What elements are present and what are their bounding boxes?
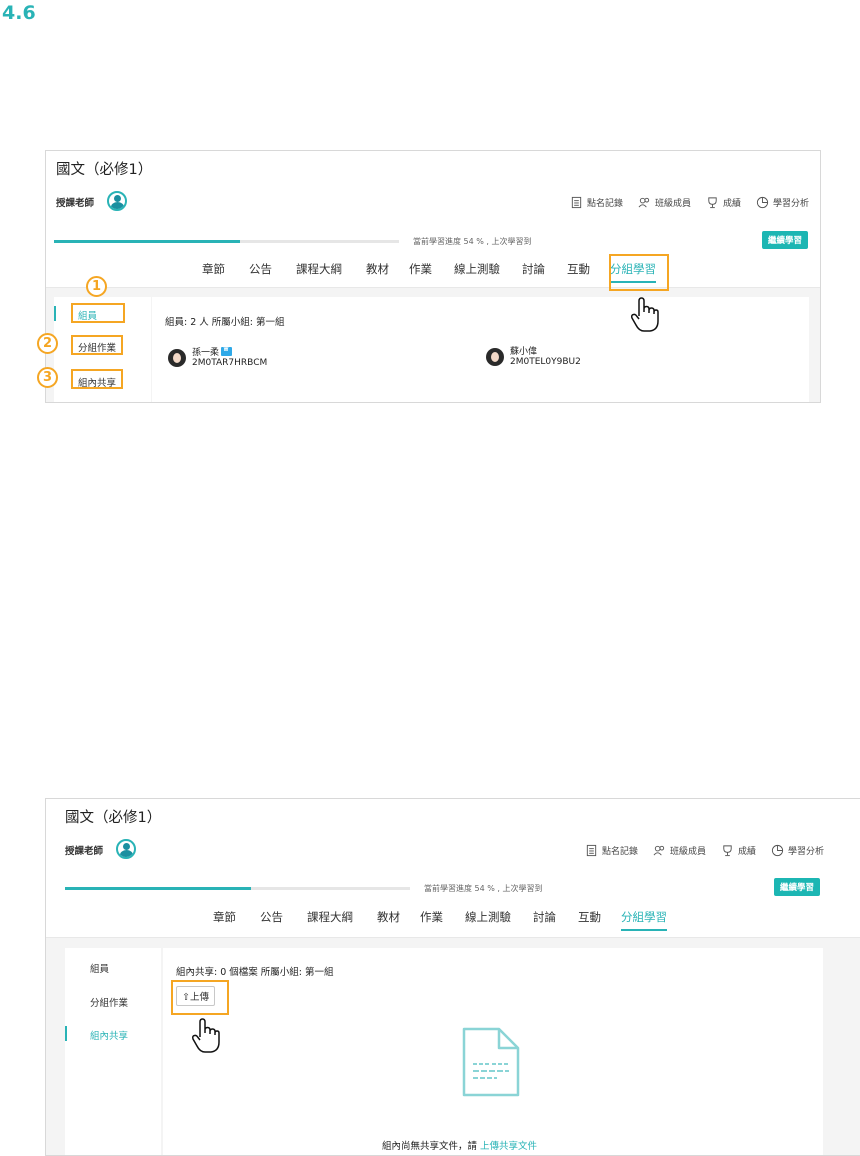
- pie-chart-icon: [756, 196, 769, 209]
- tab-syllabus[interactable]: 課程大綱: [307, 909, 353, 931]
- pointer-hand-icon: [191, 1018, 220, 1053]
- tab-online-quiz[interactable]: 線上測驗: [465, 909, 511, 931]
- teacher-label: 授課老師: [56, 198, 95, 209]
- content-area: 組員 分組作業 組內共享 組內共享: 0 個檔案 所屬小組: 第一組 ⇧上傳 組…: [46, 937, 860, 1155]
- toolbar-class-members-label: 班級成員: [669, 847, 706, 857]
- empty-file-icon: [462, 1027, 520, 1097]
- toolbar-analytics[interactable]: 學習分析: [756, 196, 809, 209]
- share-content: 組內共享: 0 個檔案 所屬小組: 第一組 ⇧上傳 組內尚無共享文件，請 上傳共…: [163, 948, 823, 1155]
- section-number: 4.6: [2, 2, 36, 24]
- course-tabs: 章節 公告 課程大綱 教材 作業 線上測驗 討論 互動 分組學習: [202, 261, 656, 283]
- member-name: 孫一柔: [192, 348, 220, 358]
- sidebar-item-group-assignment[interactable]: 分組作業: [90, 995, 128, 1009]
- member-card[interactable]: 孫一柔2M0TAR7HRBCM: [168, 344, 268, 368]
- toolbar-attendance-label: 點名記錄: [601, 847, 638, 857]
- highlight-group-assignment: [71, 335, 123, 355]
- active-indicator: [65, 1026, 67, 1041]
- member-avatar: [486, 348, 504, 366]
- tab-chapters[interactable]: 章節: [202, 261, 225, 283]
- progress-fill: [65, 887, 252, 890]
- member-card[interactable]: 蘇小偉 2M0TEL0Y9BU2: [486, 347, 581, 367]
- empty-message: 組內尚無共享文件，請 上傳共享文件: [382, 1138, 537, 1152]
- toolbar-analytics-label: 學習分析: [787, 847, 824, 857]
- members-content: 組員: 2 人 所屬小組: 第一組 孫一柔2M0TAR7HRBCM 蘇小偉2M0…: [152, 297, 809, 402]
- member-id: 2M0TEL0Y9BU2: [510, 357, 581, 367]
- tab-announcements[interactable]: 公告: [260, 909, 283, 931]
- tab-discussion[interactable]: 討論: [522, 261, 545, 283]
- pointer-hand-icon: [630, 297, 659, 332]
- content-area: 組員 分組作業 組內共享 組員: 2 人 所屬小組: 第一組 孫一柔2M0TAR…: [46, 287, 820, 402]
- course-toolbar: 點名記錄 班級成員 成績 學習分析: [570, 196, 809, 209]
- trophy-icon: [708, 197, 717, 209]
- toolbar-grades-label: 成績: [722, 199, 741, 209]
- tab-interaction[interactable]: 互動: [567, 261, 590, 283]
- toolbar-analytics[interactable]: 學習分析: [771, 844, 824, 857]
- callout-2: 2: [37, 333, 58, 354]
- callout-3: 3: [37, 367, 58, 388]
- toolbar-grades-label: 成績: [737, 847, 756, 857]
- course-toolbar: 點名記錄 班級成員 成績 學習分析: [585, 844, 824, 857]
- continue-learning-button[interactable]: 繼續學習: [762, 231, 809, 249]
- sidebar-item-members[interactable]: 組員: [90, 961, 109, 975]
- pie-chart-icon: [771, 844, 784, 857]
- upload-shared-file-link[interactable]: 上傳共享文件: [480, 1141, 537, 1152]
- toolbar-grades[interactable]: 成績: [706, 196, 741, 209]
- toolbar-class-members[interactable]: 班級成員: [638, 196, 691, 209]
- document-icon: [586, 844, 597, 857]
- progress-bar: [65, 887, 410, 890]
- document-icon: [571, 196, 582, 209]
- course-panel-share: 國文（必修1） 授課老師 點名記錄 班級成員 成績 學習分析 當前學習進度 54…: [45, 798, 860, 1156]
- tab-announcements[interactable]: 公告: [249, 261, 272, 283]
- tab-interaction[interactable]: 互動: [578, 909, 601, 931]
- tab-chapters[interactable]: 章節: [213, 909, 236, 931]
- trophy-icon: [723, 845, 732, 857]
- progress-text: 當前學習進度 54 % , 上次學習到: [424, 884, 543, 893]
- group-sidebar: 組員 分組作業 組內共享: [65, 948, 161, 1155]
- toolbar-attendance[interactable]: 點名記錄: [585, 844, 638, 857]
- toolbar-attendance-label: 點名記錄: [586, 199, 623, 209]
- tab-materials[interactable]: 教材: [377, 909, 400, 931]
- group-info: 組員: 2 人 所屬小組: 第一組: [165, 317, 285, 328]
- continue-learning-button[interactable]: 繼續學習: [774, 878, 821, 896]
- highlight-group-learning-tab: [609, 254, 669, 291]
- course-tabs: 章節 公告 課程大綱 教材 作業 線上測驗 討論 互動 分組學習: [213, 909, 667, 931]
- tab-discussion[interactable]: 討論: [533, 909, 556, 931]
- toolbar-attendance[interactable]: 點名記錄: [570, 196, 623, 209]
- highlight-group-share: [71, 369, 123, 389]
- highlight-members: [71, 303, 125, 323]
- callout-1: 1: [86, 276, 107, 297]
- course-panel-members: 國文（必修1） 授課老師 點名記錄 班級成員 成績 學習分析 當前學習進度 54…: [45, 150, 821, 403]
- highlight-upload-button: [171, 980, 229, 1015]
- teacher-avatar[interactable]: [116, 839, 136, 859]
- toolbar-grades[interactable]: 成績: [721, 844, 756, 857]
- toolbar-analytics-label: 學習分析: [772, 199, 809, 209]
- sidebar-item-group-share[interactable]: 組內共享: [90, 1028, 128, 1042]
- toolbar-class-members-label: 班級成員: [654, 199, 691, 209]
- teacher-label: 授課老師: [65, 846, 104, 857]
- share-info: 組內共享: 0 個檔案 所屬小組: 第一組: [176, 967, 334, 978]
- course-title: 國文（必修1）: [56, 162, 153, 178]
- teacher-avatar[interactable]: [107, 191, 127, 211]
- member-name: 蘇小偉: [510, 347, 538, 357]
- leader-crown-icon: [221, 344, 233, 356]
- member-id: 2M0TAR7HRBCM: [192, 358, 268, 368]
- tab-assignments[interactable]: 作業: [409, 261, 432, 283]
- tab-group-learning[interactable]: 分組學習: [621, 909, 667, 931]
- empty-message-text: 組內尚無共享文件，請: [382, 1141, 481, 1152]
- progress-bar: [54, 240, 399, 243]
- tab-materials[interactable]: 教材: [366, 261, 389, 283]
- progress-text: 當前學習進度 54 % , 上次學習到: [413, 237, 532, 246]
- course-title: 國文（必修1）: [65, 810, 162, 826]
- users-icon: [638, 197, 650, 208]
- progress-fill: [54, 240, 241, 243]
- member-avatar: [168, 348, 186, 367]
- users-icon: [653, 845, 665, 856]
- tab-syllabus[interactable]: 課程大綱: [296, 261, 342, 283]
- active-indicator: [54, 306, 56, 321]
- tab-online-quiz[interactable]: 線上測驗: [454, 261, 500, 283]
- tab-assignments[interactable]: 作業: [420, 909, 443, 931]
- toolbar-class-members[interactable]: 班級成員: [653, 844, 706, 857]
